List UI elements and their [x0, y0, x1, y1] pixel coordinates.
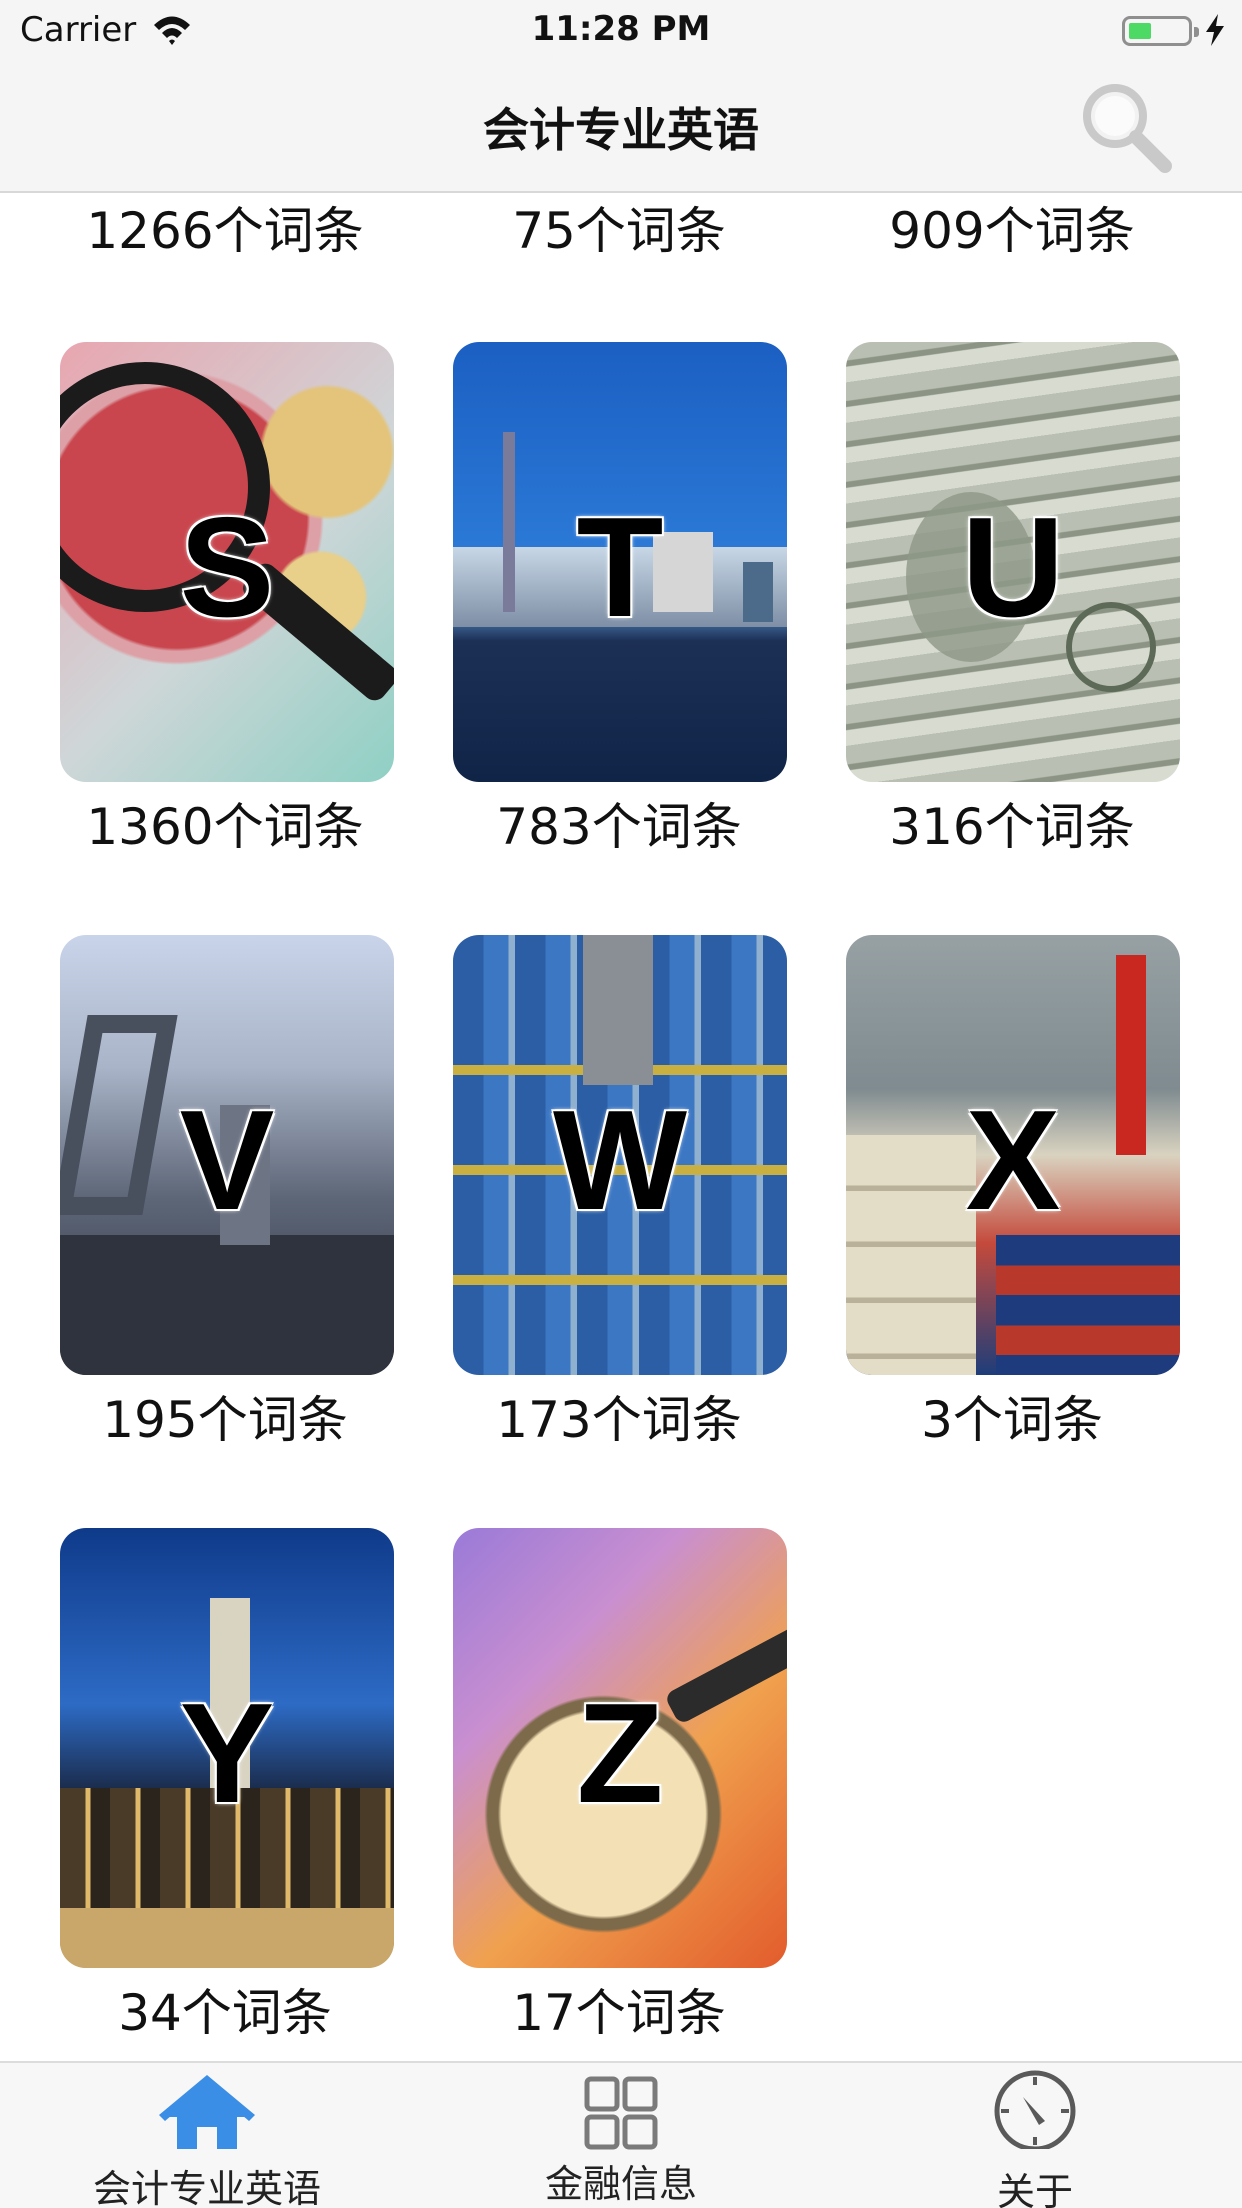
entry-count-label: 1360个词条	[86, 798, 364, 856]
entry-count-label: 17个词条	[512, 1984, 726, 2042]
navigation-bar: 会计专业英语	[0, 60, 1242, 193]
letter-card-y[interactable]: Y	[60, 1528, 394, 1968]
card-letter: Z	[576, 1674, 664, 1833]
entry-count-label: 195个词条	[102, 1391, 348, 1449]
tab-label: 金融信息	[544, 2162, 697, 2206]
status-bar: Carrier 11:28 PM	[0, 0, 1242, 60]
home-icon	[159, 2075, 255, 2149]
entry-count-label: 909个词条	[889, 202, 1135, 260]
grid-icon	[584, 2076, 658, 2150]
card-letter: U	[961, 488, 1065, 647]
entry-count-label: 316个词条	[889, 798, 1135, 856]
tab-label: 会计专业英语	[92, 2167, 321, 2208]
letter-card-x[interactable]: X	[846, 935, 1180, 1375]
entry-count-label: 173个词条	[496, 1391, 742, 1449]
tab-label: 关于	[996, 2170, 1073, 2208]
dictionary-grid[interactable]: 1266个词条 75个词条 909个词条 S T U 1360个词条 783个词…	[0, 195, 1242, 2061]
page-title: 会计专业英语	[483, 103, 759, 157]
charging-bolt-icon	[1206, 14, 1224, 46]
entry-count-label: 34个词条	[118, 1984, 332, 2042]
entry-count-label: 3个词条	[921, 1391, 1103, 1449]
tab-financial-info[interactable]: 金融信息	[414, 2063, 828, 2208]
search-icon	[1083, 84, 1172, 173]
card-letter: V	[179, 1081, 275, 1240]
entry-count-label: 783个词条	[496, 798, 742, 856]
search-button[interactable]	[1075, 74, 1179, 178]
card-letter: W	[552, 1081, 688, 1240]
card-letter: X	[965, 1081, 1061, 1240]
card-letter: S	[179, 488, 275, 647]
letter-card-z[interactable]: Z	[453, 1528, 787, 1968]
card-letter: T	[576, 488, 664, 647]
tab-about[interactable]: 关于	[828, 2063, 1242, 2208]
card-letter: Y	[179, 1674, 275, 1833]
tab-bar: 会计专业英语 金融信息 关于	[0, 2061, 1242, 2208]
letter-card-w[interactable]: W	[453, 935, 787, 1375]
entry-count-label: 75个词条	[512, 202, 726, 260]
compass-icon	[994, 2070, 1076, 2149]
letter-card-s[interactable]: S	[60, 342, 394, 782]
letter-card-u[interactable]: U	[846, 342, 1180, 782]
tab-accounting-english[interactable]: 会计专业英语	[0, 2063, 414, 2208]
letter-card-v[interactable]: V	[60, 935, 394, 1375]
battery-icon	[1122, 16, 1199, 46]
entry-count-label: 1266个词条	[86, 202, 364, 260]
letter-card-t[interactable]: T	[453, 342, 787, 782]
status-time: 11:28 PM	[531, 9, 711, 49]
